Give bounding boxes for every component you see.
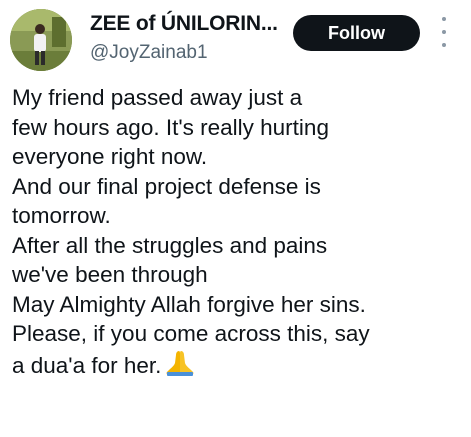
more-options-icon[interactable]	[437, 17, 451, 47]
tweet-line: My friend passed away just a	[12, 85, 303, 110]
dot	[442, 43, 446, 47]
dot	[442, 30, 446, 34]
tweet-line: May Almighty Allah forgive her sins.	[12, 291, 366, 317]
tweet-card: ZEE of ÚNILORIN... @JoyZainab1 Follow My…	[0, 0, 471, 437]
tweet-line: After all the struggles and pains	[12, 232, 328, 258]
tweet-line: tomorrow.	[12, 203, 111, 228]
tweet-line: we've been through	[12, 262, 208, 287]
tweet-line: Please, if you come across this, say	[12, 321, 370, 346]
tweet-line: few hours ago. It's really hurting	[12, 114, 329, 140]
tweet-line: everyone right now.	[12, 144, 208, 169]
tweet-line: And our final project defense is	[12, 173, 321, 199]
author-display-name[interactable]: ZEE of ÚNILORIN...	[90, 12, 278, 36]
folded-hands-icon	[165, 349, 195, 385]
dot	[442, 17, 446, 21]
avatar-photo	[10, 9, 72, 71]
tweet-text: My friend passed away just a few hours a…	[12, 83, 462, 384]
tweet-line-last: a dua'a for her.	[12, 349, 462, 385]
follow-button[interactable]: Follow	[293, 15, 420, 51]
tweet-line-text: a dua'a for her.	[12, 352, 162, 378]
author-handle[interactable]: @JoyZainab1	[90, 42, 208, 64]
avatar[interactable]	[10, 9, 72, 71]
